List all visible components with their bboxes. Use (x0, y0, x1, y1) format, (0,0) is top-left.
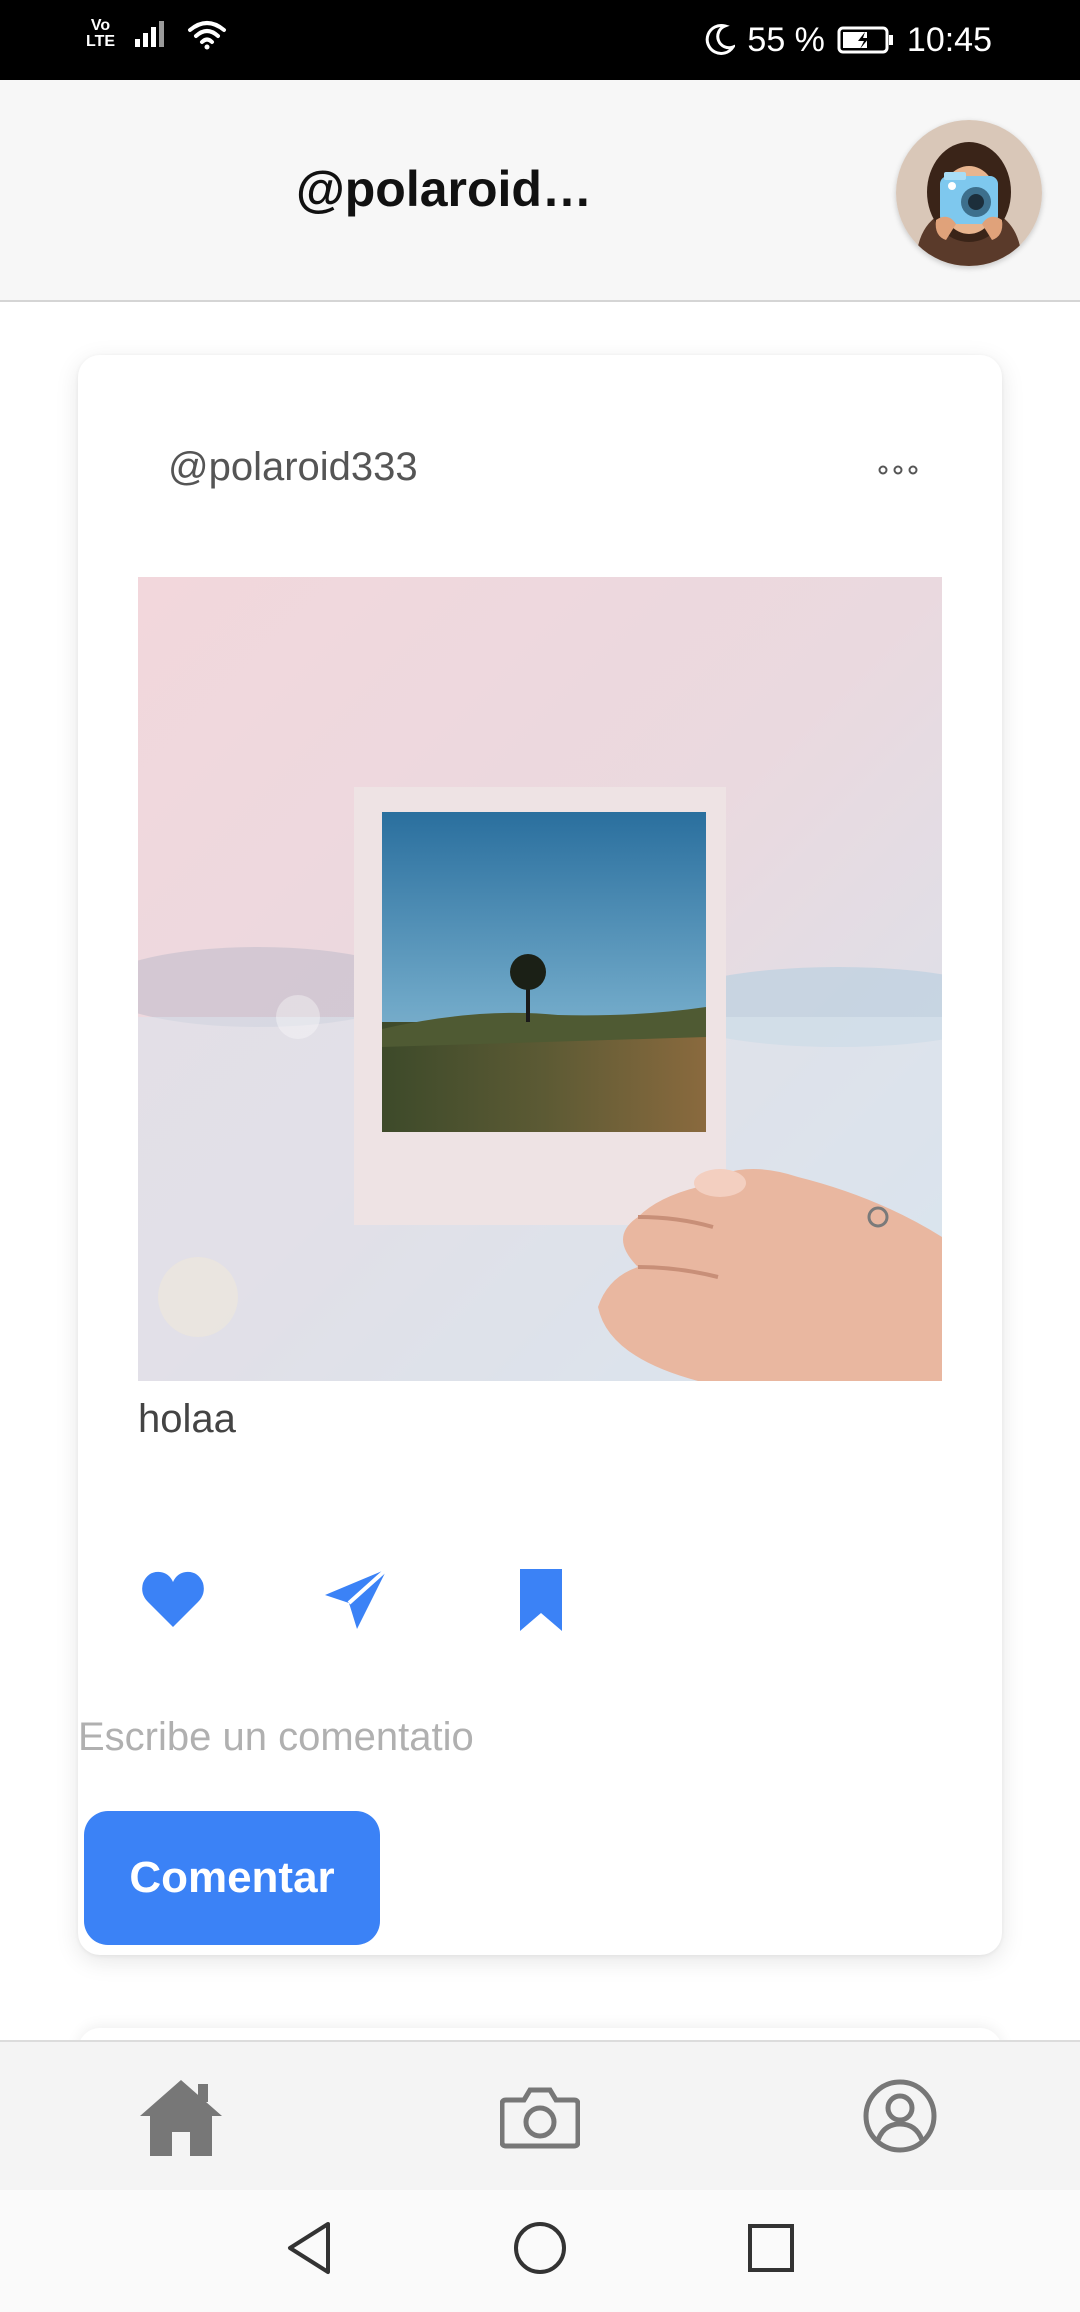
app-header: @polaroid3… (0, 80, 1080, 302)
clock: 10:45 (906, 21, 992, 59)
tab-profile[interactable] (862, 2078, 938, 2159)
bookmark-icon (520, 1569, 562, 1631)
system-navigation (0, 2190, 1080, 2312)
avatar-image (896, 120, 1042, 266)
page-title: @polaroid3… (296, 161, 616, 217)
nav-recents[interactable] (746, 2220, 796, 2281)
save-button[interactable] (506, 1565, 576, 1635)
camera-icon (499, 2087, 581, 2149)
user-icon (863, 2079, 937, 2153)
post-image[interactable] (138, 577, 942, 1381)
battery-percentage: 55 % (747, 21, 825, 59)
like-button[interactable] (138, 1565, 208, 1635)
comment-button[interactable]: Comentar (84, 1811, 380, 1945)
status-left: Vo LTE (86, 18, 227, 50)
wifi-icon (188, 21, 227, 50)
comment-input[interactable] (78, 1707, 838, 1767)
battery-charging-icon (837, 26, 893, 54)
home-circle-icon (514, 2222, 566, 2274)
nav-back[interactable] (284, 2220, 334, 2281)
status-right: 55 % 10:45 (703, 16, 992, 64)
post-caption: holaa (138, 1397, 236, 1441)
tab-home[interactable] (136, 2076, 226, 2163)
moon-icon (706, 23, 736, 55)
back-icon (288, 2222, 330, 2274)
more-horizontal-icon (878, 465, 918, 475)
recents-icon (748, 2224, 794, 2272)
post-username[interactable]: @polaroid333 (168, 445, 418, 490)
heart-icon (142, 1571, 204, 1627)
volte-icon: Vo LTE (86, 17, 116, 50)
polaroid-photo (138, 577, 942, 1381)
bottom-tab-bar (0, 2040, 1080, 2190)
post-card: @polaroid333 holaa Escribe un comentatio… (78, 355, 1002, 1955)
profile-avatar[interactable] (896, 120, 1042, 266)
nav-home[interactable] (512, 2220, 568, 2281)
share-button[interactable] (321, 1565, 391, 1635)
home-icon (140, 2080, 222, 2156)
status-bar: Vo LTE 55 % 10:45 (0, 0, 1080, 80)
tab-camera[interactable] (499, 2084, 581, 2155)
send-icon (325, 1567, 389, 1629)
signal-icon (135, 21, 165, 47)
more-options-button[interactable] (868, 445, 928, 495)
